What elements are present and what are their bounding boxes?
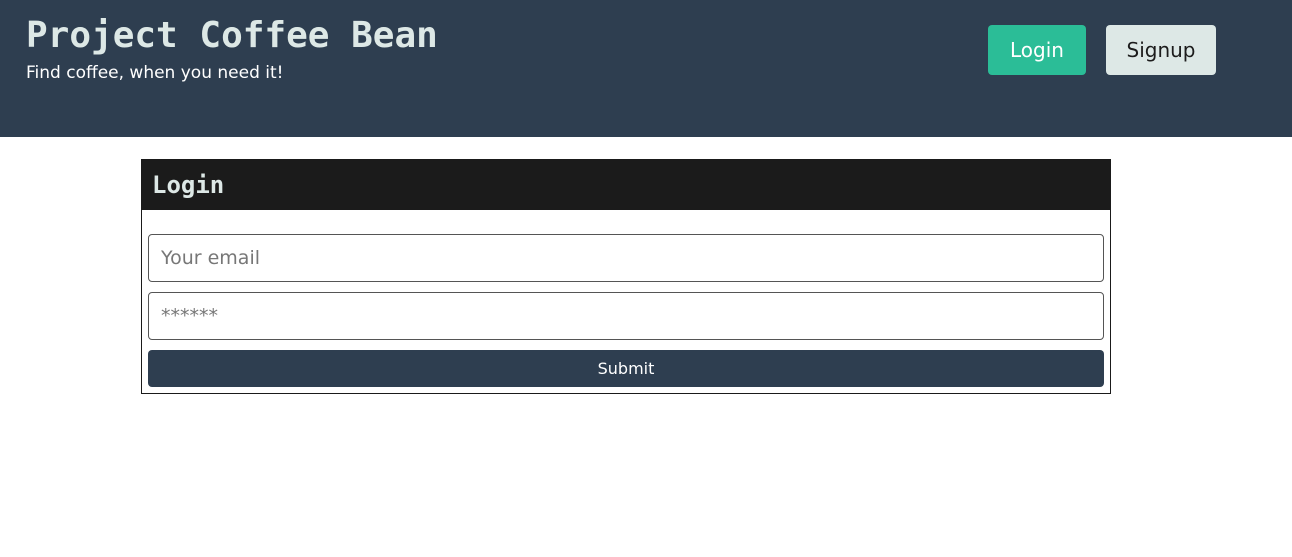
site-title: Project Coffee Bean	[26, 15, 438, 56]
login-card-header: Login	[142, 160, 1110, 210]
password-input[interactable]	[148, 292, 1104, 340]
login-card-title: Login	[152, 171, 225, 199]
site-tagline: Find coffee, when you need it!	[26, 63, 284, 83]
login-button[interactable]: Login	[988, 25, 1086, 75]
site-header: Project Coffee Bean Find coffee, when yo…	[0, 0, 1292, 137]
login-card: Login Submit	[141, 159, 1111, 394]
email-input[interactable]	[148, 234, 1104, 282]
submit-button[interactable]: Submit	[148, 350, 1104, 387]
signup-button[interactable]: Signup	[1106, 25, 1216, 75]
